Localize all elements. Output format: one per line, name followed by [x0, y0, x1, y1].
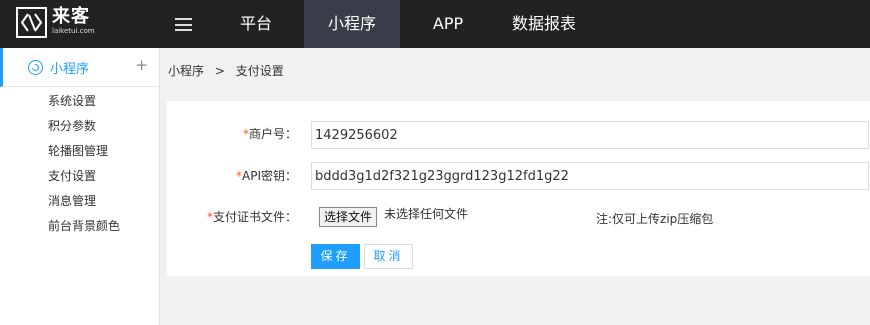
nav-data-reports[interactable]: 数据报表 — [494, 0, 594, 48]
logo[interactable]: 来客 laiketui.com — [16, 7, 95, 38]
sidebar-section-miniprogram[interactable]: 小程序 + — [0, 48, 159, 87]
file-status-text: 未选择任何文件 — [384, 207, 469, 221]
sidebar-item-carousel[interactable]: 轮播图管理 — [0, 139, 159, 164]
merchant-id-label: *商户号： — [242, 127, 297, 141]
sidebar-section-label: 小程序 — [50, 61, 90, 77]
expand-plus-icon[interactable]: + — [135, 58, 148, 73]
menu-toggle-icon[interactable] — [175, 18, 192, 31]
payment-settings-form: *商户号： *API密钥： *支付证书文件： 选择文件 未选择任何文件 注:仅可… — [167, 101, 870, 276]
miniprogram-icon — [28, 60, 43, 75]
brand-domain: laiketui.com — [52, 27, 95, 35]
breadcrumb: 小程序 > 支付设置 — [168, 62, 284, 79]
sidebar: 小程序 + 系统设置 积分参数 轮播图管理 支付设置 消息管理 前台背景颜色 — [0, 48, 160, 325]
breadcrumb-separator: > — [214, 64, 225, 78]
breadcrumb-parent[interactable]: 小程序 — [168, 64, 204, 78]
sidebar-item-system-settings[interactable]: 系统设置 — [0, 89, 159, 114]
sidebar-item-messages[interactable]: 消息管理 — [0, 189, 159, 214]
save-button[interactable]: 保存 — [311, 244, 360, 269]
file-upload-note: 注:仅可上传zip压缩包 — [596, 212, 714, 226]
nav-platform[interactable]: 平台 — [210, 0, 302, 48]
nav-app[interactable]: APP — [408, 0, 488, 48]
sidebar-item-payment-settings[interactable]: 支付设置 — [0, 164, 159, 189]
top-bar: 来客 laiketui.com 平台 小程序 APP 数据报表 — [0, 0, 870, 48]
merchant-id-input[interactable] — [311, 121, 869, 149]
nav-miniprogram[interactable]: 小程序 — [304, 0, 400, 48]
sidebar-menu: 系统设置 积分参数 轮播图管理 支付设置 消息管理 前台背景颜色 — [0, 87, 159, 239]
cancel-button[interactable]: 取消 — [364, 244, 413, 269]
brand-name: 来客 — [52, 6, 90, 27]
logo-mark-icon — [16, 7, 47, 38]
api-key-label: *API密钥： — [236, 169, 297, 183]
sidebar-item-points-params[interactable]: 积分参数 — [0, 114, 159, 139]
sidebar-item-bg-color[interactable]: 前台背景颜色 — [0, 214, 159, 239]
api-key-input[interactable] — [311, 162, 869, 190]
breadcrumb-current: 支付设置 — [235, 64, 284, 78]
choose-file-button[interactable]: 选择文件 — [319, 207, 378, 227]
cert-file-label: *支付证书文件： — [206, 210, 297, 224]
